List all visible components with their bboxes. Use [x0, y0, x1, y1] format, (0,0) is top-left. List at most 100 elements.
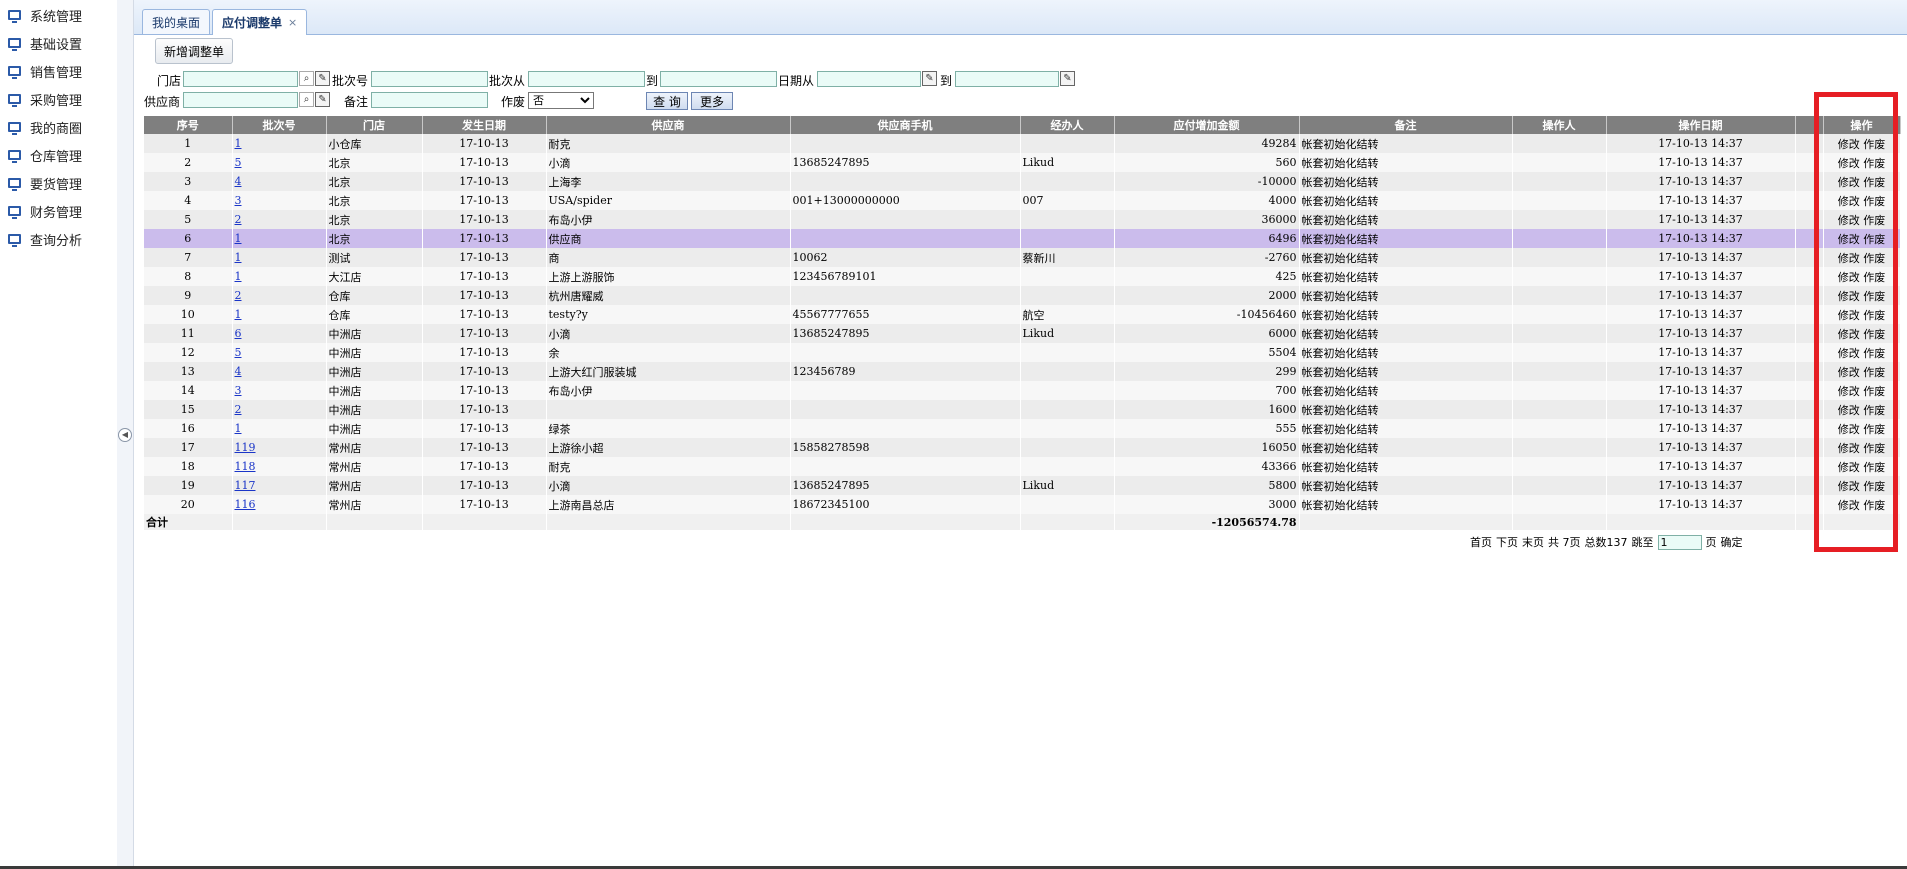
table-row[interactable]: 5 2 北京 17-10-13 布岛小伊 36000 帐套初始化结转 17-10-13 14:…: [144, 210, 1901, 229]
column-header[interactable]: 应付增加金额: [1114, 116, 1300, 134]
batch-link[interactable]: 5: [235, 346, 242, 359]
column-header[interactable]: 备注: [1299, 116, 1513, 134]
sidebar-item-basic-settings[interactable]: 基础设置: [8, 31, 82, 55]
table-row[interactable]: 8 1 大江店 17-10-13 上游上游服饰 123456789101 425 帐套初始化结…: [144, 267, 1901, 286]
seq-cell: 9: [144, 286, 233, 305]
sidebar-item-finance[interactable]: 财务管理: [8, 199, 82, 223]
confirm-page-button[interactable]: 确定: [1721, 534, 1743, 550]
calendar-edit-icon[interactable]: ✎: [1060, 71, 1075, 86]
table-row[interactable]: 15 2 中洲店 17-10-13 1600 帐套初始化结转 17-10-13 14:37 修…: [144, 400, 1901, 419]
column-header[interactable]: 发生日期: [422, 116, 547, 134]
batch-link[interactable]: 4: [235, 365, 242, 378]
search-icon[interactable]: ⌕: [299, 92, 314, 107]
store-cell: 中洲店: [326, 362, 423, 381]
table-row[interactable]: 4 3 北京 17-10-13 USA/spider 001+13000000000 007…: [144, 191, 1901, 210]
date-to-input[interactable]: [955, 71, 1059, 87]
batch-input[interactable]: [371, 71, 488, 87]
sidebar-item-sales[interactable]: 销售管理: [8, 59, 82, 83]
store-cell: 大江店: [326, 267, 423, 286]
batch-link[interactable]: 1: [235, 308, 242, 321]
sidebar-item-query-analysis[interactable]: 查询分析: [8, 227, 82, 251]
edit-icon[interactable]: ✎: [315, 71, 330, 86]
column-header[interactable]: 供应商手机: [790, 116, 1021, 134]
query-button[interactable]: 查 询: [646, 92, 688, 110]
search-icon[interactable]: ⌕: [299, 71, 314, 86]
table-row[interactable]: 9 2 仓库 17-10-13 杭州唐耀威 2000 帐套初始化结转 17-10-13 14:…: [144, 286, 1901, 305]
batch-link[interactable]: 1: [235, 270, 242, 283]
supplier-cell: testy?y: [546, 305, 791, 324]
batch-link[interactable]: 4: [235, 175, 242, 188]
date-from-input[interactable]: [817, 71, 921, 87]
batch-link[interactable]: 5: [235, 156, 242, 169]
first-page-link[interactable]: 首页: [1470, 534, 1492, 550]
supplier-cell: 绿茶: [546, 419, 791, 438]
supplier-input[interactable]: [183, 92, 298, 108]
remark-cell: 帐套初始化结转: [1299, 400, 1513, 419]
table-row[interactable]: 6 1 北京 17-10-13 供应商 6496 帐套初始化结转 17-10-13 14:37…: [144, 229, 1901, 248]
sidebar-item-requisition[interactable]: 要货管理: [8, 171, 82, 195]
batch-link[interactable]: 6: [235, 327, 242, 340]
batch-link[interactable]: 2: [235, 213, 242, 226]
collapse-left-icon[interactable]: ◀: [118, 428, 132, 442]
batch-link[interactable]: 2: [235, 403, 242, 416]
column-header[interactable]: 操作日期: [1606, 116, 1796, 134]
table-row[interactable]: 7 1 测试 17-10-13 商 10062 蔡新川 -2760 帐套初始化结转 17-10-1…: [144, 248, 1901, 267]
tab-bar: 我的桌面 应付调整单 ×: [134, 0, 1907, 35]
sidebar-item-system[interactable]: 系统管理: [8, 3, 82, 27]
tab-payable-adjustment[interactable]: 应付调整单 ×: [212, 9, 308, 35]
close-icon[interactable]: ×: [288, 16, 297, 29]
last-page-link[interactable]: 末页: [1522, 534, 1544, 550]
remark-label: 备注: [344, 95, 369, 109]
tab-my-desktop[interactable]: 我的桌面: [142, 9, 211, 34]
table-row[interactable]: 3 4 北京 17-10-13 上海李 -10000 帐套初始化结转 17-10-13 14:…: [144, 172, 1901, 191]
tab-label: 我的桌面: [152, 15, 201, 30]
table-row[interactable]: 14 3 中洲店 17-10-13 布岛小伊 700 帐套初始化结转 17-10-13 14:…: [144, 381, 1901, 400]
more-button[interactable]: 更多: [691, 92, 733, 110]
table-row[interactable]: 12 5 中洲店 17-10-13 余 5504 帐套初始化结转 17-10-13 14:37…: [144, 343, 1901, 362]
store-input[interactable]: [183, 71, 298, 87]
table-row[interactable]: 13 4 中洲店 17-10-13 上游大红门服装城 123456789 299 帐套初始化结…: [144, 362, 1901, 381]
page-number-input[interactable]: [1657, 534, 1702, 550]
column-header[interactable]: 经办人: [1020, 116, 1115, 134]
handler-cell: [1020, 286, 1115, 305]
batch-link[interactable]: 3: [235, 194, 242, 207]
sidebar-item-business-circle[interactable]: 我的商圈: [8, 115, 82, 139]
column-header[interactable]: 操作人: [1512, 116, 1607, 134]
table-row[interactable]: 1 1 小仓库 17-10-13 耐克 49284 帐套初始化结转 17-10-13 14:3…: [144, 134, 1901, 153]
table-row[interactable]: 18 118 常州店 17-10-13 耐克 43366 帐套初始化结转 17-10-13 1…: [144, 457, 1901, 476]
operator-cell: [1512, 419, 1607, 438]
batch-link[interactable]: 2: [235, 289, 242, 302]
void-select[interactable]: 否: [528, 92, 594, 109]
batch-link[interactable]: 1: [235, 422, 242, 435]
remark-input[interactable]: [371, 92, 488, 108]
table-row[interactable]: 10 1 仓库 17-10-13 testy?y 45567777655 航空 -104564…: [144, 305, 1901, 324]
batch-link[interactable]: 117: [235, 479, 256, 492]
batch-link[interactable]: 118: [235, 460, 256, 473]
batch-link[interactable]: 1: [235, 251, 242, 264]
column-header[interactable]: 序号: [144, 116, 233, 134]
batch-link[interactable]: 1: [235, 137, 242, 150]
table-row[interactable]: 16 1 中洲店 17-10-13 绿茶 555 帐套初始化结转 17-10-13 14:37…: [144, 419, 1901, 438]
batch-from-input[interactable]: [528, 71, 645, 87]
table-row[interactable]: 11 6 中洲店 17-10-13 小滴 13685247895 Likud 6000 帐套初始…: [144, 324, 1901, 343]
batch-link[interactable]: 116: [235, 498, 256, 511]
batch-link[interactable]: 1: [235, 232, 242, 245]
new-adjustment-button[interactable]: 新增调整单: [155, 38, 233, 64]
seq-cell: 6: [144, 229, 233, 248]
column-header[interactable]: 门店: [326, 116, 423, 134]
edit-icon[interactable]: ✎: [315, 92, 330, 107]
column-header[interactable]: 供应商: [546, 116, 791, 134]
monitor-icon: [8, 150, 21, 163]
table-row[interactable]: 17 119 常州店 17-10-13 上游徐小超 15858278598 16050 帐套初…: [144, 438, 1901, 457]
table-row[interactable]: 20 116 常州店 17-10-13 上游南昌总店 18672345100 3000 帐套初…: [144, 495, 1901, 514]
sidebar-item-purchase[interactable]: 采购管理: [8, 87, 82, 111]
table-row[interactable]: 19 117 常州店 17-10-13 小滴 13685247895 Likud 5800 帐套…: [144, 476, 1901, 495]
calendar-edit-icon[interactable]: ✎: [922, 71, 937, 86]
table-row[interactable]: 2 5 北京 17-10-13 小滴 13685247895 Likud 560 帐套初始化结转…: [144, 153, 1901, 172]
column-header[interactable]: 批次号: [232, 116, 327, 134]
batch-link[interactable]: 119: [235, 441, 256, 454]
batch-link[interactable]: 3: [235, 384, 242, 397]
batch-to-input[interactable]: [660, 71, 777, 87]
next-page-link[interactable]: 下页: [1496, 534, 1518, 550]
sidebar-item-warehouse[interactable]: 仓库管理: [8, 143, 82, 167]
